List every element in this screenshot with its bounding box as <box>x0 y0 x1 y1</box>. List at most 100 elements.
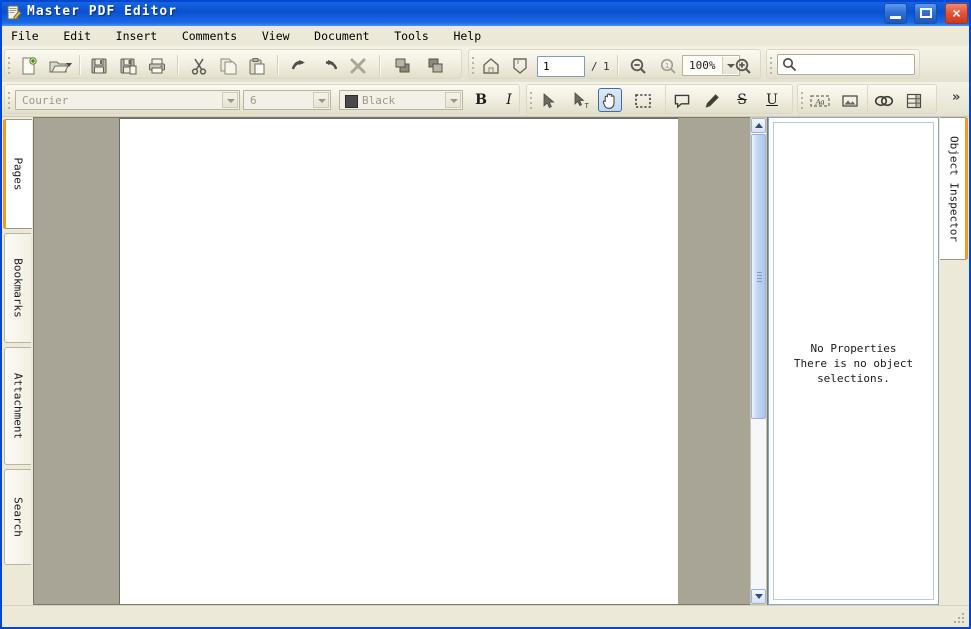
pdf-page[interactable] <box>119 118 678 605</box>
application-window: Master PDF Editor × File Edit Insert Com… <box>0 0 971 629</box>
zoom-in-button[interactable] <box>731 53 755 77</box>
menu-item-comments[interactable]: Comments <box>173 26 246 45</box>
chevron-down-icon <box>66 63 72 67</box>
sidebar-item-pages[interactable]: Pages <box>3 119 32 229</box>
cut-button[interactable] <box>187 53 211 77</box>
toolbar-group-standard <box>4 49 462 79</box>
window-title: Master PDF Editor <box>27 4 177 19</box>
bookmark-page-button[interactable] <box>508 53 532 77</box>
toolbar-group-objects <box>867 84 937 114</box>
maximize-button[interactable] <box>914 3 937 24</box>
minimize-button[interactable] <box>884 3 907 24</box>
application-icon <box>6 5 22 21</box>
chevron-down-icon[interactable] <box>313 92 329 108</box>
menu-bar: File Edit Insert Comments View Document … <box>2 26 969 47</box>
page-number-input[interactable]: 1 <box>537 56 585 77</box>
toolbar-group-annotations: S U <box>665 84 793 114</box>
svg-text:T: T <box>585 102 590 110</box>
toolbar-group-forms: Aa <box>797 84 869 114</box>
print-button[interactable] <box>145 53 169 77</box>
bold-button[interactable]: B <box>469 88 493 112</box>
new-document-button[interactable] <box>17 53 41 77</box>
toolbar-grip-font[interactable] <box>8 92 11 108</box>
font-family-select[interactable]: Courier <box>15 90 240 110</box>
sidebar-item-label: Object Inspector <box>947 136 960 242</box>
redo-button[interactable] <box>317 53 341 77</box>
sidebar-item-search[interactable]: Search <box>4 469 31 565</box>
toolbar-group-font: Courier 6 Black B I <box>4 84 520 114</box>
font-color-value: Black <box>362 94 395 107</box>
zoom-out-button[interactable] <box>626 53 650 77</box>
menu-item-edit[interactable]: Edit <box>54 26 100 45</box>
search-icon <box>782 57 797 75</box>
resize-grip[interactable] <box>954 613 966 625</box>
undo-button[interactable] <box>288 53 312 77</box>
empty-state-title: No Properties <box>774 341 933 356</box>
menu-item-tools[interactable]: Tools <box>385 26 438 45</box>
toolbar-group-navigation: 1 / 1 1 100% <box>468 49 761 79</box>
delete-button[interactable] <box>346 53 370 77</box>
menu-item-file[interactable]: File <box>2 26 48 45</box>
font-family-value: Courier <box>22 94 68 107</box>
text-field-button[interactable]: Aa <box>808 88 832 112</box>
title-bar: Master PDF Editor × <box>0 0 971 27</box>
paste-button[interactable] <box>245 53 269 77</box>
save-button[interactable] <box>87 53 111 77</box>
toolbar-grip-tools[interactable] <box>530 92 533 108</box>
chevron-down-icon[interactable] <box>445 92 461 108</box>
select-tool-button[interactable] <box>537 88 561 112</box>
sidebar-item-bookmarks[interactable]: Bookmarks <box>4 233 31 343</box>
save-as-button[interactable] <box>116 53 140 77</box>
open-document-button[interactable] <box>45 53 75 77</box>
toolbar-grip-navigation[interactable] <box>472 57 475 73</box>
scroll-up-button[interactable] <box>751 118 766 133</box>
empty-state: No Properties There is no object selecti… <box>774 341 933 386</box>
document-viewport[interactable] <box>33 117 768 605</box>
toolbar-group-search <box>766 49 920 79</box>
highlight-button[interactable] <box>700 88 724 112</box>
italic-button[interactable]: I <box>497 88 521 112</box>
font-color-select[interactable]: Black <box>339 90 463 110</box>
sidebar-item-label: Bookmarks <box>12 258 25 318</box>
sticky-note-button[interactable] <box>670 88 694 112</box>
table-button[interactable] <box>902 88 926 112</box>
status-bar <box>2 605 969 627</box>
menu-item-document[interactable]: Document <box>305 26 378 45</box>
snapshot-tool-button[interactable] <box>631 88 655 112</box>
text-select-tool-button[interactable]: T <box>569 88 593 112</box>
window-controls: × <box>883 3 968 24</box>
hand-tool-button[interactable] <box>598 88 622 112</box>
toolbar-grip-search[interactable] <box>770 57 773 73</box>
active-tab-accent <box>965 118 968 259</box>
menu-item-help[interactable]: Help <box>444 26 490 45</box>
scroll-down-button[interactable] <box>751 589 766 604</box>
svg-text:Aa: Aa <box>815 97 825 106</box>
search-input[interactable] <box>777 54 915 75</box>
toolbar-grip-forms[interactable] <box>801 92 804 108</box>
toolbar-grip[interactable] <box>8 57 11 73</box>
send-backward-button[interactable] <box>424 53 448 77</box>
menu-item-view[interactable]: View <box>253 26 299 45</box>
page-number-value: 1 <box>543 60 550 73</box>
font-size-select[interactable]: 6 <box>243 90 331 110</box>
close-button[interactable]: × <box>945 3 968 24</box>
page-separator: / <box>591 60 598 73</box>
chevron-down-icon[interactable] <box>222 92 238 108</box>
image-button[interactable] <box>838 88 862 112</box>
toolbar-overflow-button[interactable]: » <box>952 90 960 105</box>
first-page-button[interactable] <box>479 53 503 77</box>
sidebar-item-label: Attachment <box>12 373 25 439</box>
copy-button[interactable] <box>216 53 240 77</box>
empty-state-line1: There is no object <box>774 356 933 371</box>
link-button[interactable] <box>872 88 896 112</box>
menu-item-insert[interactable]: Insert <box>107 26 167 45</box>
strikeout-button[interactable]: S <box>730 88 754 112</box>
underline-button[interactable]: U <box>760 88 784 112</box>
bring-forward-button[interactable] <box>391 53 415 77</box>
object-inspector-panel: No Properties There is no object selecti… <box>768 117 939 605</box>
document-vertical-scrollbar[interactable] <box>750 117 767 605</box>
fit-page-button[interactable]: 1 <box>656 53 680 77</box>
scrollbar-thumb[interactable] <box>751 134 766 419</box>
sidebar-item-attachment[interactable]: Attachment <box>4 347 31 465</box>
sidebar-item-object-inspector[interactable]: Object Inspector <box>940 117 968 260</box>
